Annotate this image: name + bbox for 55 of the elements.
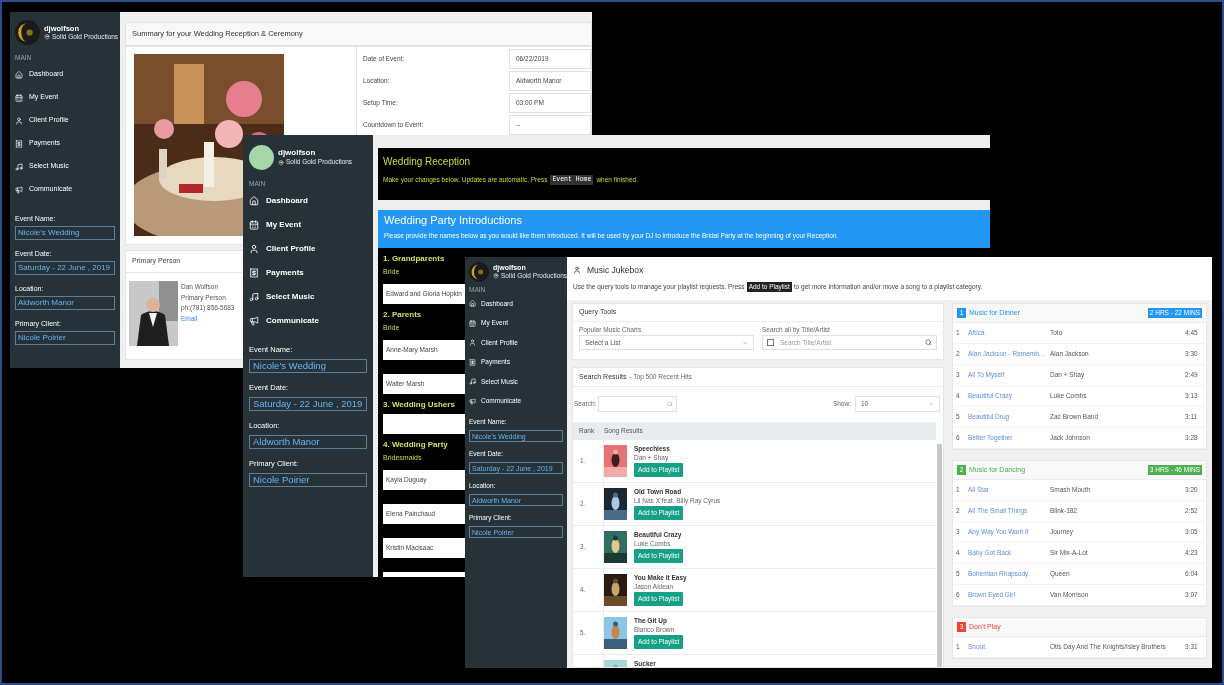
user-icon bbox=[249, 244, 259, 254]
pin-icon bbox=[44, 34, 50, 41]
music-note-icon bbox=[469, 378, 476, 386]
megaphone-icon bbox=[15, 185, 23, 194]
reception-title: Wedding Reception bbox=[383, 157, 471, 167]
megaphone-icon bbox=[469, 397, 476, 405]
user-icon bbox=[15, 116, 23, 125]
nav-item[interactable]: Payments bbox=[249, 261, 304, 285]
info-field: Aldworth Manor bbox=[249, 435, 367, 449]
search-icon bbox=[667, 401, 674, 407]
info-field: Saturday - 22 June , 2019 bbox=[249, 397, 367, 411]
info-field: Saturday - 22 June , 2019 bbox=[15, 261, 115, 275]
receipt-icon bbox=[469, 358, 476, 366]
group-title: 1. Grandparents bbox=[383, 253, 445, 265]
receipt-icon bbox=[249, 268, 259, 278]
pin-icon bbox=[278, 159, 284, 166]
checkbox[interactable] bbox=[767, 339, 774, 346]
pin-icon bbox=[493, 273, 499, 280]
calendar-icon bbox=[15, 93, 23, 102]
calendar-icon bbox=[469, 319, 476, 327]
info-field: Nicole Poirier bbox=[15, 331, 115, 345]
page-title: Music Jukebox bbox=[587, 264, 644, 277]
search-field[interactable] bbox=[598, 396, 678, 412]
group-title: 3. Wedding Ushers bbox=[383, 399, 455, 411]
chevron-icon bbox=[742, 339, 748, 346]
info-field: Aldworth Manor bbox=[15, 296, 115, 310]
avatar bbox=[249, 145, 274, 170]
receipt-icon bbox=[15, 139, 23, 148]
info-field: Nicole's Wedding bbox=[249, 359, 367, 373]
group-title: 2. Parents bbox=[383, 309, 422, 321]
home-icon bbox=[249, 196, 259, 206]
music-note-icon bbox=[249, 292, 259, 302]
intro-title: Wedding Party Introductions bbox=[384, 214, 522, 228]
info-field: Nicole Poirier bbox=[249, 473, 367, 487]
megaphone-icon bbox=[249, 316, 259, 326]
calendar-icon bbox=[249, 220, 259, 230]
nav-item[interactable]: My Event bbox=[249, 213, 302, 237]
logo-icon bbox=[15, 20, 40, 45]
chevron-icon bbox=[928, 401, 934, 407]
nav-item[interactable]: Dashboard bbox=[249, 189, 308, 213]
group-title: 4. Wedding Party bbox=[383, 439, 448, 451]
music-note-icon bbox=[15, 162, 23, 171]
search-icon[interactable] bbox=[925, 339, 932, 346]
logo-icon bbox=[469, 262, 489, 282]
nav-item[interactable]: Communicate bbox=[249, 309, 319, 333]
user-name: djwolfson bbox=[278, 148, 316, 159]
nav-item[interactable]: Client Profile bbox=[249, 237, 316, 261]
name-field[interactable] bbox=[383, 414, 465, 434]
home-icon bbox=[15, 70, 23, 79]
user-icon bbox=[573, 266, 581, 275]
scrollbar[interactable] bbox=[937, 444, 942, 667]
nav-item[interactable]: Select Music bbox=[249, 285, 315, 309]
user-icon bbox=[469, 339, 476, 347]
info-field: Nicole's Wedding bbox=[15, 226, 115, 240]
home-icon bbox=[469, 300, 476, 308]
